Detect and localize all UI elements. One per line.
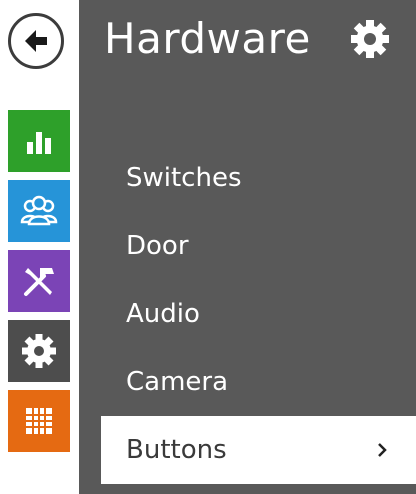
hardware-menu: Switches Door Audio Camera Buttons [79, 144, 416, 484]
nav-item-users[interactable] [8, 180, 70, 242]
back-button[interactable] [8, 13, 64, 69]
gear-icon [22, 334, 56, 368]
nav-item-system[interactable] [8, 320, 70, 382]
menu-item-label: Buttons [126, 435, 227, 465]
menu-item-label: Door [126, 231, 189, 261]
settings-gear-icon[interactable] [347, 16, 393, 62]
menu-item-switches[interactable]: Switches [79, 144, 416, 212]
menu-item-label: Audio [126, 299, 200, 329]
nav-item-hardware[interactable] [8, 250, 70, 312]
hardware-panel: Hardware Switches Door Audio Camera Butt… [79, 0, 416, 494]
chevron-right-icon [378, 443, 387, 457]
grid-icon [26, 408, 52, 434]
nav-item-status[interactable] [8, 110, 70, 172]
menu-item-audio[interactable]: Audio [79, 280, 416, 348]
nav-rail [8, 110, 70, 460]
arrow-left-icon [25, 30, 47, 52]
menu-item-camera[interactable]: Camera [79, 348, 416, 416]
nav-item-services[interactable] [8, 390, 70, 452]
bar-chart-icon [27, 132, 51, 154]
page-title: Hardware [104, 14, 311, 63]
menu-item-door[interactable]: Door [79, 212, 416, 280]
menu-item-label: Camera [126, 367, 229, 397]
menu-item-label: Switches [126, 163, 242, 193]
tools-icon [24, 268, 54, 296]
users-icon [20, 195, 58, 226]
menu-item-buttons[interactable]: Buttons [101, 416, 416, 484]
